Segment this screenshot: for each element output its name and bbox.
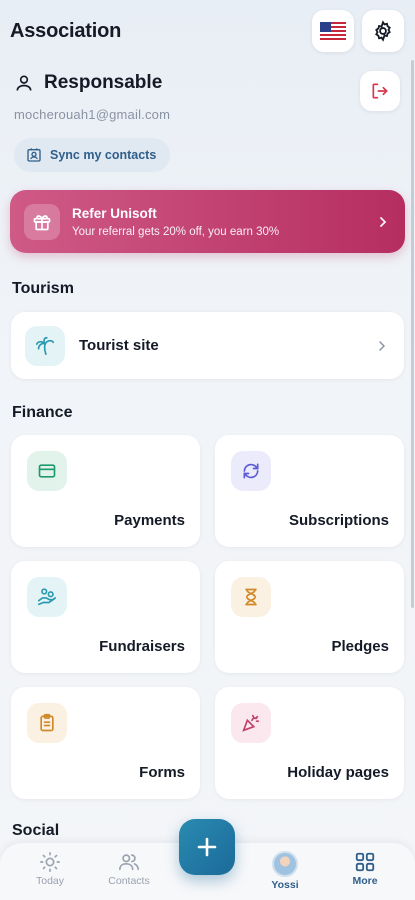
refer-banner[interactable]: Refer Unisoft Your referral gets 20% off… <box>10 190 405 253</box>
holiday-pages-icon-box <box>231 703 271 743</box>
user-profile: Responsable <box>14 72 162 94</box>
scrollbar[interactable] <box>411 60 414 608</box>
hand-coins-icon <box>37 588 57 606</box>
fundraisers-label: Fundraisers <box>99 638 185 655</box>
subscriptions-label: Subscriptions <box>288 512 389 529</box>
card-icon <box>38 464 56 478</box>
pledges-label: Pledges <box>331 638 389 655</box>
nav-profile-label: Yossi <box>271 879 299 891</box>
avatar <box>272 851 298 877</box>
holiday-pages-label: Holiday pages <box>287 764 389 781</box>
payments-icon-box <box>27 451 67 491</box>
user-name: Responsable <box>44 72 163 93</box>
sync-contacts-button[interactable]: Sync my contacts <box>14 138 171 172</box>
refer-title: Refer Unisoft <box>72 205 157 221</box>
chevron-right-icon <box>380 216 387 227</box>
gift-icon <box>33 214 51 230</box>
section-title-tourism: Tourism <box>12 280 74 297</box>
chevron-right-icon <box>379 340 386 351</box>
sync-contacts-label: Sync my contacts <box>50 148 157 162</box>
fundraisers-tile[interactable]: Fundraisers <box>11 561 200 673</box>
contact-card-icon <box>27 148 41 162</box>
nav-today[interactable]: Today <box>20 851 80 887</box>
section-title-social: Social <box>12 822 60 839</box>
subscriptions-tile[interactable]: Subscriptions <box>215 435 404 547</box>
logout-icon <box>372 83 388 99</box>
logout-button[interactable] <box>360 71 400 111</box>
app-screen: Association Responsable mocherouah1@gmai… <box>0 0 415 900</box>
palm-tree-icon <box>35 336 55 355</box>
refresh-icon <box>243 463 259 479</box>
nav-more-label: More <box>352 875 378 887</box>
plus-icon <box>197 837 217 857</box>
gift-icon-box <box>24 203 60 240</box>
section-title-finance: Finance <box>12 404 73 421</box>
fundraisers-icon-box <box>27 577 67 617</box>
page-title: Association <box>10 20 122 42</box>
holiday-pages-tile[interactable]: Holiday pages <box>215 687 404 799</box>
users-icon <box>119 854 139 871</box>
language-button[interactable] <box>312 10 354 52</box>
tourist-site-item[interactable]: Tourist site <box>11 312 404 379</box>
forms-icon-box <box>27 703 67 743</box>
grid-icon <box>355 852 375 872</box>
user-icon <box>16 75 32 91</box>
user-email: mocherouah1@gmail.com <box>14 107 171 122</box>
pledges-icon-box <box>231 577 271 617</box>
nav-more[interactable]: More <box>335 851 395 887</box>
nav-contacts[interactable]: Contacts <box>99 851 159 887</box>
refer-text: Refer Unisoft Your referral gets 20% off… <box>72 206 375 238</box>
sun-icon <box>40 852 60 872</box>
tourist-site-icon-box <box>25 325 65 366</box>
payments-label: Payments <box>114 512 185 529</box>
nav-today-label: Today <box>35 875 65 887</box>
subscriptions-icon-box <box>231 451 271 491</box>
pledges-tile[interactable]: Pledges <box>215 561 404 673</box>
forms-tile[interactable]: Forms <box>11 687 200 799</box>
nav-contacts-label: Contacts <box>108 875 150 887</box>
gear-icon <box>375 20 391 42</box>
clipboard-icon <box>40 713 54 732</box>
settings-button[interactable] <box>362 10 404 52</box>
party-popper-icon <box>242 714 260 732</box>
us-flag-icon <box>320 22 346 40</box>
tourist-site-label: Tourist site <box>79 337 159 354</box>
forms-label: Forms <box>139 764 185 781</box>
refer-subtitle: Your referral gets 20% off, you earn 30% <box>72 225 280 238</box>
hourglass-icon <box>245 588 257 606</box>
add-button[interactable] <box>179 819 235 875</box>
payments-tile[interactable]: Payments <box>11 435 200 547</box>
nav-profile[interactable]: Yossi <box>255 851 315 891</box>
